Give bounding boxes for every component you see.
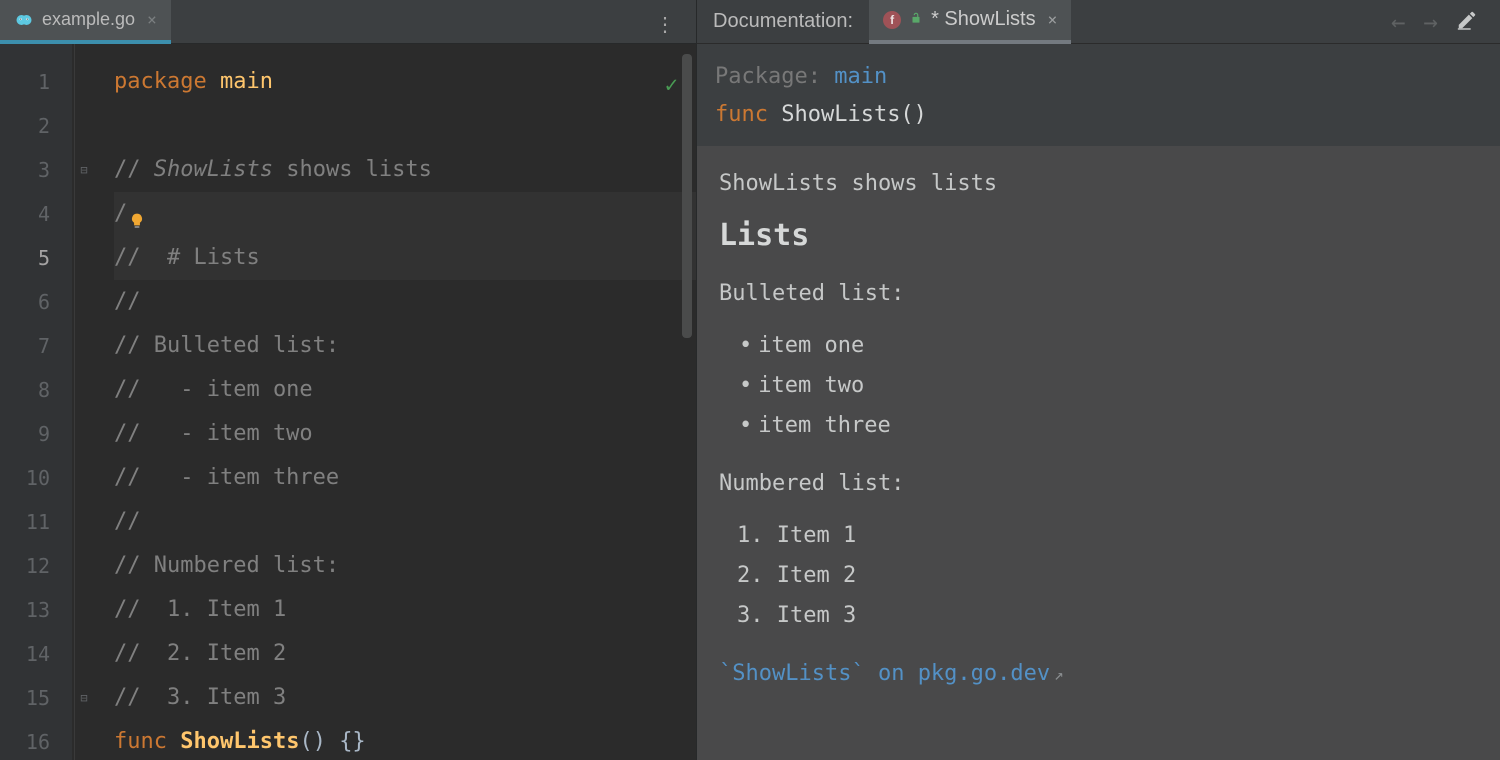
line-number: 13	[0, 588, 72, 632]
close-icon[interactable]: ×	[147, 10, 157, 29]
list-item: Item 3	[737, 596, 1478, 636]
doc-header: Documentation: f * ShowLists × ← →	[697, 0, 1500, 44]
code-line[interactable]: /	[114, 192, 696, 236]
package-link[interactable]: main	[834, 64, 887, 89]
code-area[interactable]: ✓ package main// ShowLists shows lists//…	[96, 44, 696, 760]
line-number: 4	[0, 192, 72, 236]
doc-signature: Package: main func ShowLists()	[697, 44, 1500, 146]
editor-tab-bar: example.go × ⋮	[0, 0, 696, 44]
line-number: 14	[0, 632, 72, 676]
code-line[interactable]: //	[114, 500, 696, 544]
line-number: 15	[0, 676, 72, 720]
intention-bulb-icon[interactable]	[127, 204, 147, 224]
numbered-title: Numbered list:	[719, 464, 1478, 504]
code-line[interactable]: // - item one	[114, 368, 696, 412]
code-line[interactable]: // 2. Item 2	[114, 632, 696, 676]
unlock-icon	[909, 10, 923, 29]
line-number-gutter: 12345678910111213141516	[0, 44, 72, 760]
documentation-pane: Documentation: f * ShowLists × ← → Packa…	[696, 0, 1500, 760]
signature-name: ShowLists()	[768, 102, 927, 127]
package-label: Package:	[715, 64, 821, 89]
fold-toggle-icon[interactable]: ⊟	[72, 148, 96, 192]
file-tab-label: example.go	[42, 9, 135, 30]
code-line[interactable]: // Bulleted list:	[114, 324, 696, 368]
code-line[interactable]: // - item three	[114, 456, 696, 500]
line-number: 16	[0, 720, 72, 760]
doc-tab[interactable]: f * ShowLists ×	[869, 0, 1071, 44]
back-icon[interactable]: ←	[1391, 8, 1405, 36]
line-number: 6	[0, 280, 72, 324]
signature-keyword: func	[715, 102, 768, 127]
bulleted-title: Bulleted list:	[719, 274, 1478, 314]
tab-menu-icon[interactable]: ⋮	[655, 12, 676, 36]
list-item: item one	[739, 326, 1478, 366]
code-line[interactable]	[114, 104, 696, 148]
close-icon[interactable]: ×	[1048, 10, 1058, 29]
line-number: 8	[0, 368, 72, 412]
fold-column: ⊟⊟	[72, 44, 96, 760]
code-line[interactable]: // # Lists	[114, 236, 696, 280]
editor-body[interactable]: 12345678910111213141516 ⊟⊟ ✓ package mai…	[0, 44, 696, 760]
code-line[interactable]: // ShowLists shows lists	[114, 148, 696, 192]
line-number: 3	[0, 148, 72, 192]
list-item: item three	[739, 406, 1478, 446]
line-number: 9	[0, 412, 72, 456]
numbered-list: Item 1Item 2Item 3	[737, 516, 1478, 636]
line-number: 1	[0, 60, 72, 104]
scrollbar[interactable]	[682, 54, 692, 338]
code-line[interactable]: package main	[114, 60, 696, 104]
fold-toggle-icon[interactable]: ⊟	[72, 676, 96, 720]
code-line[interactable]: // - item two	[114, 412, 696, 456]
go-file-icon	[14, 10, 34, 30]
doc-panel-title: Documentation:	[713, 10, 853, 33]
code-line[interactable]: // Numbered list:	[114, 544, 696, 588]
doc-tab-label: * ShowLists	[931, 8, 1036, 31]
line-number: 12	[0, 544, 72, 588]
list-item: item two	[739, 366, 1478, 406]
list-item: Item 2	[737, 556, 1478, 596]
bulleted-list: item oneitem twoitem three	[739, 326, 1478, 446]
line-number: 5	[0, 236, 72, 280]
doc-summary: ShowLists shows lists	[719, 164, 1478, 204]
code-line[interactable]: func ShowLists() {}	[114, 720, 696, 760]
edit-icon[interactable]	[1456, 9, 1478, 35]
doc-heading: Lists	[719, 216, 1478, 256]
status-ok-icon[interactable]: ✓	[665, 64, 678, 108]
editor-pane: example.go × ⋮ 12345678910111213141516 ⊟…	[0, 0, 696, 760]
external-link-icon: ↗	[1054, 665, 1064, 684]
function-badge-icon: f	[883, 11, 901, 29]
forward-icon[interactable]: →	[1424, 8, 1438, 36]
line-number: 2	[0, 104, 72, 148]
list-item: Item 1	[737, 516, 1478, 556]
file-tab[interactable]: example.go ×	[0, 0, 171, 44]
code-line[interactable]: //	[114, 280, 696, 324]
doc-body[interactable]: ShowLists shows lists Lists Bulleted lis…	[697, 146, 1500, 760]
doc-nav: ← →	[1391, 8, 1500, 36]
code-line[interactable]: // 3. Item 3	[114, 676, 696, 720]
line-number: 11	[0, 500, 72, 544]
line-number: 7	[0, 324, 72, 368]
code-line[interactable]: // 1. Item 1	[114, 588, 696, 632]
doc-external-link[interactable]: `ShowLists` on pkg.go.dev↗	[719, 654, 1478, 695]
line-number: 10	[0, 456, 72, 500]
